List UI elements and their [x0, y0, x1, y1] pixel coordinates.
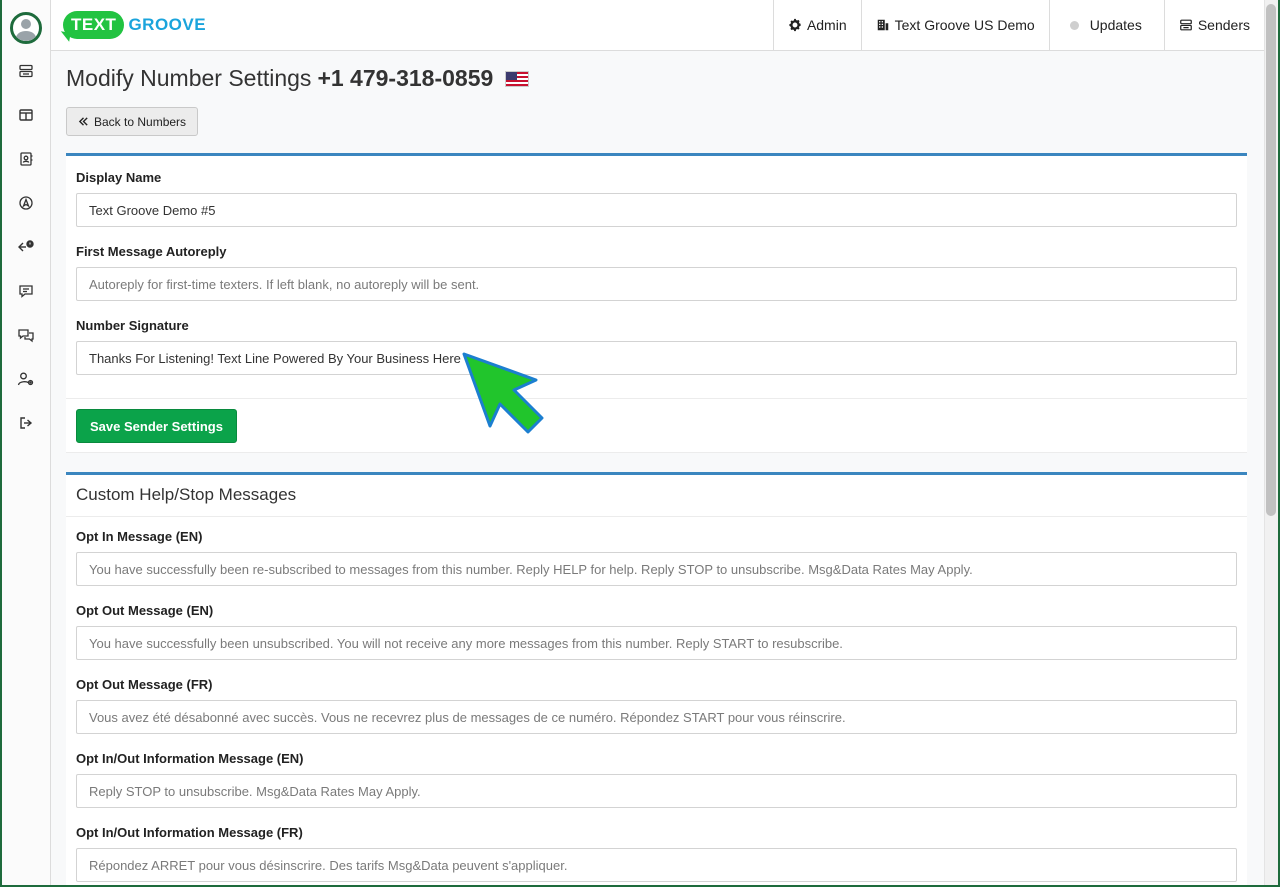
nav-updates[interactable]: Updates [1048, 0, 1164, 50]
opt-in-en-input[interactable] [76, 552, 1237, 586]
opt-info-en-label: Opt In/Out Information Message (EN) [76, 751, 304, 766]
reply-notification-icon [18, 240, 34, 252]
page-title: Modify Number Settings +1 479-318-0859 [66, 65, 530, 92]
divider [66, 398, 1247, 399]
sidebar-item-inbox[interactable] [13, 58, 39, 84]
sidebar-item-contacts[interactable] [13, 146, 39, 172]
text-groove-logo[interactable]: TEXT GROOVE [63, 9, 206, 41]
nav-updates-label: Updates [1089, 17, 1142, 33]
opt-info-fr-label: Opt In/Out Information Message (FR) [76, 825, 303, 840]
contacts-icon [20, 152, 33, 166]
nav-senders[interactable]: Senders [1163, 0, 1264, 50]
double-chevron-left-icon [78, 117, 88, 126]
back-button-label: Back to Numbers [94, 114, 187, 129]
logo-text-bubble: TEXT [63, 11, 125, 39]
opt-out-fr-input[interactable] [76, 700, 1237, 734]
opt-info-fr-input[interactable] [76, 848, 1237, 882]
page-scrollbar-thumb[interactable] [1266, 4, 1276, 516]
header-nav: Admin Text Groove US Demo Updates Sender… [772, 0, 1264, 50]
main-content: Modify Number Settings +1 479-318-0859 B… [51, 51, 1264, 887]
chat-bubbles-icon [18, 329, 34, 343]
nav-admin[interactable]: Admin [772, 0, 861, 50]
autoreply-input[interactable] [76, 267, 1237, 301]
divider [66, 516, 1247, 517]
green-arrow-cursor-icon [462, 352, 544, 434]
help-stop-card: Custom Help/Stop Messages Opt In Message… [66, 472, 1247, 887]
nav-senders-label: Senders [1197, 17, 1250, 33]
sidebar-item-replies[interactable] [13, 234, 39, 260]
user-avatar[interactable] [10, 12, 42, 44]
logo-brand: GROOVE [128, 15, 207, 34]
opt-info-en-input[interactable] [76, 774, 1237, 808]
save-sender-settings-button[interactable]: Save Sender Settings [76, 409, 237, 443]
top-header: TEXT GROOVE Admin Text Groove US Demo Up… [51, 0, 1264, 51]
sidebar-item-layout[interactable] [13, 102, 39, 128]
autoreply-label: First Message Autoreply [76, 244, 227, 259]
gear-icon [789, 18, 801, 32]
nav-admin-label: Admin [806, 17, 847, 33]
display-name-label: Display Name [76, 170, 162, 185]
opt-in-en-label: Opt In Message (EN) [76, 529, 203, 544]
status-dot-icon [1069, 20, 1079, 30]
opt-out-fr-label: Opt Out Message (FR) [76, 677, 213, 692]
phone-number: +1 479-318-0859 [317, 65, 494, 91]
divider [66, 452, 1247, 453]
sidebar-item-logout[interactable] [13, 410, 39, 436]
sidebar-item-user-settings[interactable] [13, 366, 39, 392]
building-icon [877, 19, 888, 31]
sidebar-item-chats[interactable] [13, 322, 39, 348]
signature-label: Number Signature [76, 318, 189, 333]
layout-icon [19, 109, 33, 121]
sidebar-item-compass[interactable] [13, 190, 39, 216]
signature-input[interactable] [76, 341, 1237, 375]
page-title-text: Modify Number Settings [66, 65, 312, 91]
sender-settings-card: Display Name First Message Autoreply Num… [66, 153, 1247, 453]
message-icon [19, 285, 33, 298]
compass-icon [19, 196, 33, 210]
opt-out-en-label: Opt Out Message (EN) [76, 603, 214, 618]
nav-account[interactable]: Text Groove US Demo [860, 0, 1049, 50]
back-to-numbers-button[interactable]: Back to Numbers [66, 107, 199, 136]
nav-account-label: Text Groove US Demo [894, 17, 1035, 33]
user-settings-icon [17, 372, 34, 386]
help-stop-title: Custom Help/Stop Messages [76, 485, 297, 504]
server-stack-icon [1179, 19, 1192, 31]
inbox-icon [19, 64, 33, 78]
display-name-input[interactable] [76, 193, 1237, 227]
us-flag-icon [505, 70, 530, 87]
logout-icon [20, 417, 33, 429]
left-sidebar [0, 0, 51, 887]
opt-out-en-input[interactable] [76, 626, 1237, 660]
sidebar-item-messages[interactable] [13, 278, 39, 304]
